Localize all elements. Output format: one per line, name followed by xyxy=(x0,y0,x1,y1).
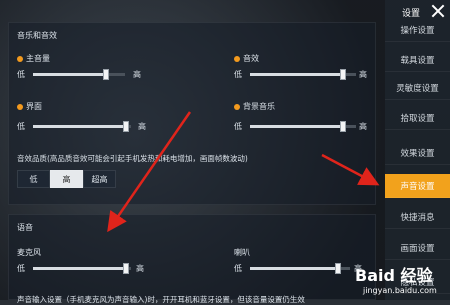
watermark-main-text: Baid 经验 xyxy=(355,266,433,285)
baidu-watermark: Baid 经验 jingyan.baidu.com xyxy=(355,262,450,300)
watermark-url: jingyan.baidu.com xyxy=(363,286,437,295)
arrow-to-voice-section xyxy=(107,111,192,233)
arrow-to-sound-settings xyxy=(321,153,380,186)
annotation-arrows xyxy=(107,111,380,233)
